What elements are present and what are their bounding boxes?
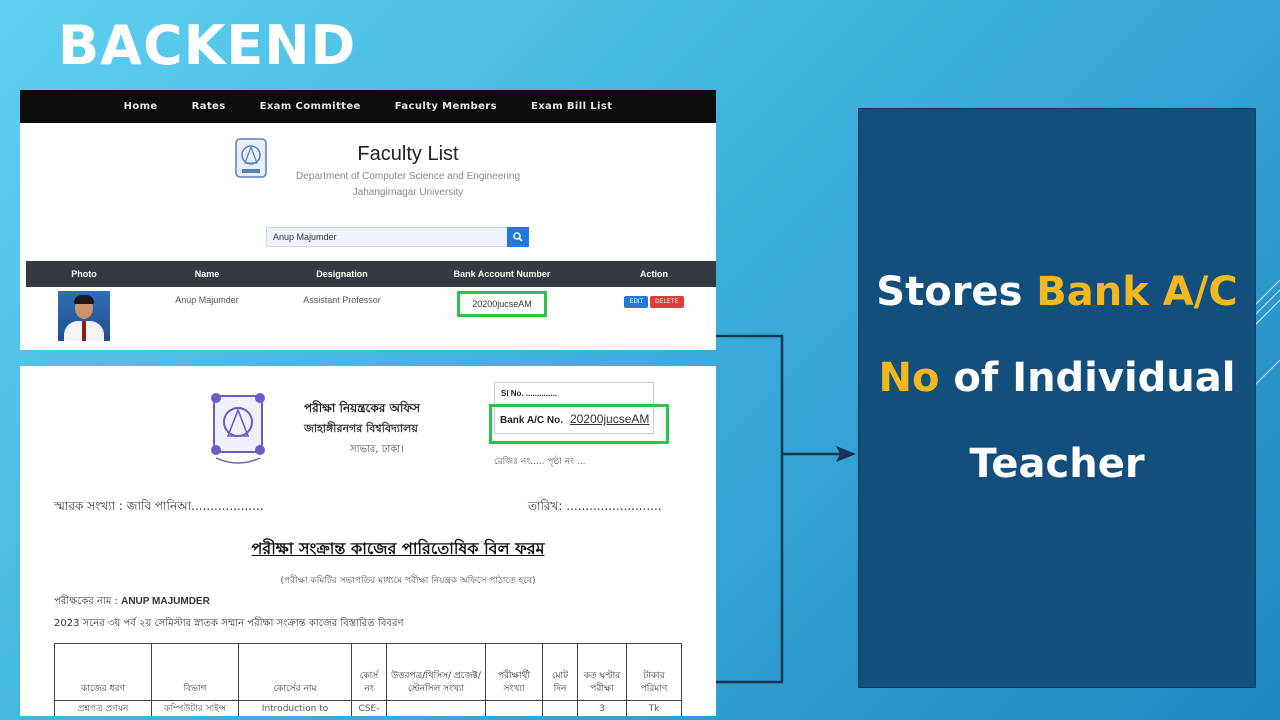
department-name: Department of Computer Science and Engin… (295, 171, 521, 182)
search-bar (266, 227, 529, 247)
th-course-no: কোর্স নং (351, 643, 387, 701)
memo-number: স্মারক সংখ্যা : জাবি পানিআ..............… (54, 499, 264, 513)
form-subtitle: (পরীক্ষা কমিটির সভাপতির মাধ্যমে পরীক্ষা … (280, 576, 536, 586)
examiner-label: পরীক্ষকের নাম : (54, 596, 118, 607)
bank-account-highlight: 20200jucseAM (457, 291, 547, 317)
th-examinee-count: পরীক্ষার্থী সংখ্যা (485, 643, 543, 701)
designation-cell: Assistant Professor (303, 295, 381, 305)
place-name: সাভার, ঢাকা। (350, 444, 404, 455)
th-amount: টাকার পরিমাণ (626, 643, 682, 701)
nav-exam-committee[interactable]: Exam Committee (260, 101, 361, 112)
slide-title: BACKEND (58, 14, 357, 77)
panel-line2-highlight: No (878, 355, 940, 401)
serial-number: Sl No. .............. (501, 389, 558, 398)
registration-line: রেজিঃ নং..... পৃষ্ঠা নং ... (494, 457, 586, 467)
university-name-bn: জাহাঙ্গীরনগর বিশ্ববিদ্যালয় (304, 422, 418, 435)
th-script-count: উত্তরপত্র/থিসিস/ প্রজেক্ট/স্টেনসিল সংখ্য… (386, 643, 486, 701)
examiner-line: পরীক্ষকের নাম : ANUP MAJUMDER (54, 594, 210, 611)
nav-faculty-members[interactable]: Faculty Members (395, 101, 497, 112)
th-department: বিভাগ (151, 643, 239, 701)
col-bank-account: Bank Account Number (453, 269, 551, 279)
table-row: প্রশ্নপত্র প্রণয়ন কম্পিউটার সাইন্স Intr… (54, 700, 682, 716)
navbar: Home Rates Exam Committee Faculty Member… (20, 90, 716, 123)
cell-department: কম্পিউটার সাইন্স (151, 700, 239, 716)
th-work-type: কাজের ধরণ (54, 643, 152, 701)
cell-script-count (386, 700, 486, 716)
avatar (58, 291, 110, 341)
nav-rates[interactable]: Rates (192, 101, 226, 112)
bank-value: 20200jucseAM (570, 412, 650, 426)
faculty-list-screenshot: Home Rates Exam Committee Faculty Member… (20, 90, 716, 350)
col-designation: Designation (316, 269, 368, 279)
bank-account-cell: 20200jucseAM (412, 287, 592, 350)
cell-total-days (542, 700, 578, 716)
cell-exam-hours: 3 (577, 700, 627, 716)
search-icon (513, 232, 523, 242)
panel-line1-a: Stores (876, 269, 1037, 315)
th-course-name: কোর্সের নাম (238, 643, 352, 701)
search-input[interactable] (266, 227, 507, 247)
name-cell: Anup Majumder (175, 295, 239, 305)
cell-work-type: প্রশ্নপত্র প্রণয়ন (54, 700, 152, 716)
bill-table: কাজের ধরণ বিভাগ কোর্সের নাম কোর্স নং উত্… (54, 643, 682, 716)
date-line: তারিখ: ......................... (528, 499, 662, 513)
cell-course-name: Introduction to (238, 700, 352, 716)
bill-form-screenshot: পরীক্ষা নিয়ন্ত্রকের অফিস জাহাঙ্গীরনগর ব… (20, 366, 716, 716)
cell-amount: Tk (626, 700, 682, 716)
col-action: Action (640, 269, 668, 279)
arrow-head-icon (836, 446, 856, 462)
search-button[interactable] (507, 227, 529, 247)
summary-panel: Stores Bank A/C No of Individual Teacher (858, 108, 1256, 688)
table-row: Anup Majumder Assistant Professor 20200j… (26, 287, 716, 350)
summary-text: Stores Bank A/C No of Individual Teacher (876, 249, 1237, 507)
page-title: Faculty List (357, 143, 459, 165)
th-total-days: মোট দিন (542, 643, 578, 701)
nav-home[interactable]: Home (124, 101, 158, 112)
edit-button[interactable]: EDIT (624, 296, 649, 308)
session-line: 2023 সনের ৩য় পর্ব ২য় সেমিস্টার স্নাতক … (54, 618, 404, 629)
panel-line2-b: of Individual (939, 355, 1236, 401)
bank-account-highlight: Bank A/C No. 20200jucseAM (489, 404, 669, 444)
panel-line1-highlight: Bank A/C (1036, 269, 1238, 315)
col-name: Name (194, 269, 220, 279)
university-seal-icon (211, 393, 265, 464)
nav-exam-bill-list[interactable]: Exam Bill List (531, 101, 612, 112)
university-name: Jahangirnagar University (352, 187, 464, 198)
panel-line3: Teacher (969, 441, 1145, 487)
form-title: পরীক্ষা সংক্রান্ত কাজের পারিতোষিক বিল ফর… (251, 539, 545, 558)
bank-label: Bank A/C No. (500, 415, 563, 426)
faculty-header: Faculty List Department of Computer Scie… (20, 123, 716, 223)
delete-button[interactable]: DELETE (650, 296, 684, 308)
examiner-name: ANUP MAJUMDER (121, 596, 210, 607)
action-cell: EDIT DELETE (592, 287, 716, 350)
office-name: পরীক্ষা নিয়ন্ত্রকের অফিস (304, 401, 421, 415)
th-exam-hours: কত ঘণ্টার পরীক্ষা (577, 643, 627, 701)
cell-examinee-count (485, 700, 543, 716)
cell-course-no: CSE- (351, 700, 387, 716)
photo-cell (26, 287, 142, 350)
table-header: Photo Name Designation Bank Account Numb… (26, 261, 716, 287)
col-photo: Photo (71, 269, 97, 279)
